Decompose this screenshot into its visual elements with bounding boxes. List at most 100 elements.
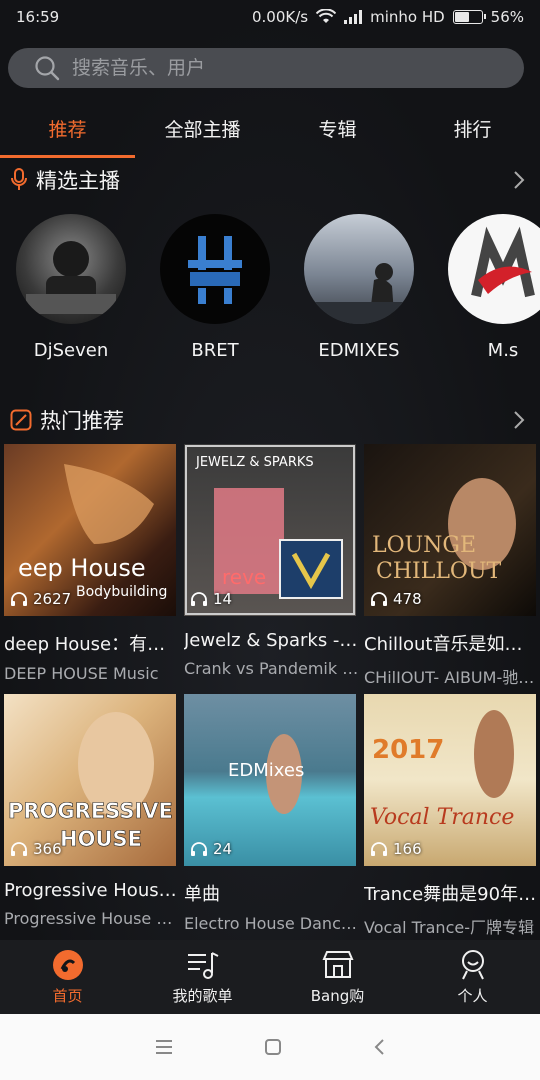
play-count: 366 (10, 840, 62, 858)
card-subtitle: Crank vs Pandemik (… (184, 659, 360, 678)
card-subtitle: CHilIOUT- AIBUM-驰… (364, 668, 535, 687)
home-disc-icon (52, 949, 83, 980)
card-subtitle: Electro House Dance… (184, 914, 360, 933)
chevron-right-icon[interactable] (508, 169, 530, 191)
cover-image: 2017 Vocal Trance 166 (364, 694, 536, 866)
host-item[interactable]: M.s (440, 214, 540, 361)
avatar (448, 214, 540, 324)
nav-bang-shop[interactable]: Bang购 (270, 940, 405, 1014)
tab-albums[interactable]: 专辑 (270, 106, 405, 158)
signal-icon (344, 10, 363, 24)
play-count: 166 (370, 840, 422, 858)
status-time: 16:59 (16, 8, 60, 26)
headphones-icon (191, 592, 207, 606)
svg-text:2017: 2017 (372, 735, 444, 765)
featured-hosts-row: DjSeven BRET EDMIXES M.s (0, 214, 540, 374)
play-count-value: 24 (213, 840, 233, 858)
cover-image: PROGRESSIVE HOUSE 366 (4, 694, 176, 866)
nav-label: 首页 (52, 986, 83, 1005)
cover-image: LOUNGE CHILLOUT 478 (364, 444, 536, 616)
host-name: M.s (487, 340, 519, 361)
card-title: Trance舞曲是90年… (364, 884, 537, 905)
back-icon[interactable] (372, 1038, 386, 1056)
chevron-right-icon[interactable] (508, 409, 530, 431)
nav-profile[interactable]: 个人 (405, 940, 540, 1014)
featured-header[interactable]: 精选主播 (0, 160, 540, 200)
svg-text:JEWELZ & SPARKS: JEWELZ & SPARKS (195, 455, 314, 470)
bottom-nav: 首页 我的歌单 Bang购 个人 (0, 940, 540, 1014)
card-title: Chillout音乐是如… (364, 634, 523, 655)
headphones-icon (11, 842, 27, 856)
svg-text:PROGRESSIVE: PROGRESSIVE (8, 799, 173, 823)
battery-icon (452, 10, 486, 24)
playlist-card[interactable]: 2017 Vocal Trance 166 Trance舞曲是90年… Voca… (364, 694, 536, 938)
wifi-icon (316, 9, 337, 23)
svg-text:Vocal Trance: Vocal Trance (370, 805, 514, 830)
playlist-card[interactable]: JEWELZ & SPARKS reve 14 Jewelz & Sparks … (184, 444, 360, 678)
screen: 16:59 0.00K/s minho HD 56% 搜索音乐、用户 推荐 全部… (0, 0, 540, 1080)
svg-text:EDMixes: EDMixes (228, 760, 304, 781)
host-item[interactable]: DjSeven (8, 214, 134, 361)
headphones-icon (371, 592, 387, 606)
system-nav-bar (0, 1014, 540, 1080)
home-square-icon[interactable] (264, 1038, 282, 1056)
tab-all-hosts[interactable]: 全部主播 (135, 106, 270, 158)
svg-text:CHILLOUT: CHILLOUT (376, 559, 502, 584)
hot-title: 热门推荐 (40, 409, 124, 433)
play-count-value: 14 (213, 590, 233, 608)
edit-icon (10, 409, 32, 431)
nav-label: 个人 (457, 986, 488, 1005)
playlist-card[interactable]: eep House Bodybuilding 2627 deep House：有… (4, 444, 176, 683)
avatar (16, 214, 126, 324)
nav-my-playlists[interactable]: 我的歌单 (135, 940, 270, 1014)
profile-icon (461, 949, 484, 979)
play-count-value: 166 (393, 840, 422, 858)
battery-percent: 56% (490, 8, 524, 26)
host-item[interactable]: BRET (152, 214, 278, 361)
host-name: BRET (191, 340, 239, 361)
tab-bar: 推荐 全部主播 专辑 排行 (0, 106, 540, 158)
nav-label: Bang购 (310, 986, 365, 1005)
tab-recommend[interactable]: 推荐 (0, 106, 135, 158)
search-bar[interactable] (8, 48, 524, 88)
featured-title: 精选主播 (36, 169, 120, 193)
hot-header[interactable]: 热门推荐 (0, 400, 540, 440)
cover-image: eep House Bodybuilding 2627 (4, 444, 176, 616)
playlist-card[interactable]: EDMixes 24 单曲 Electro House Dance… (184, 694, 360, 933)
play-count-value: 366 (33, 840, 62, 858)
avatar (160, 214, 270, 324)
card-subtitle: Vocal Trance-厂牌专辑 (364, 918, 534, 937)
status-right: 0.00K/s minho HD 56% (252, 8, 524, 26)
search-input[interactable] (72, 57, 472, 79)
play-count: 2627 (10, 590, 71, 608)
microphone-icon (11, 168, 27, 190)
card-subtitle: Progressive House M… (4, 909, 180, 928)
svg-text:reve: reve (222, 565, 266, 589)
svg-text:LOUNGE: LOUNGE (372, 533, 476, 558)
playlist-card[interactable]: LOUNGE CHILLOUT 478 Chillout音乐是如… CHilIO… (364, 444, 536, 688)
headphones-icon (371, 842, 387, 856)
svg-text:eep House: eep House (18, 554, 146, 582)
nav-label: 我的歌单 (172, 986, 233, 1005)
headphones-icon (191, 842, 207, 856)
search-icon (35, 56, 60, 81)
host-item[interactable]: EDMIXES (296, 214, 422, 361)
svg-text:HOUSE: HOUSE (60, 827, 142, 851)
battery-fill (454, 12, 469, 22)
play-count: 478 (370, 590, 422, 608)
play-count: 14 (190, 590, 232, 608)
tab-rankings[interactable]: 排行 (405, 106, 540, 158)
playlist-card[interactable]: PROGRESSIVE HOUSE 366 Progressive Hous… … (4, 694, 180, 928)
card-subtitle: DEEP HOUSE Music (4, 664, 159, 683)
host-name: EDMIXES (318, 340, 400, 361)
play-count-value: 478 (393, 590, 422, 608)
svg-text:Bodybuilding: Bodybuilding (76, 584, 167, 600)
shop-icon (321, 950, 354, 978)
network-speed: 0.00K/s (251, 8, 309, 26)
carrier-name: minho HD (370, 8, 445, 26)
cover-image: JEWELZ & SPARKS reve 14 (184, 444, 356, 616)
status-bar: 16:59 0.00K/s minho HD 56% (0, 0, 540, 34)
play-count-value: 2627 (33, 590, 72, 608)
menu-icon[interactable] (154, 1039, 174, 1055)
nav-home[interactable]: 首页 (0, 940, 135, 1014)
